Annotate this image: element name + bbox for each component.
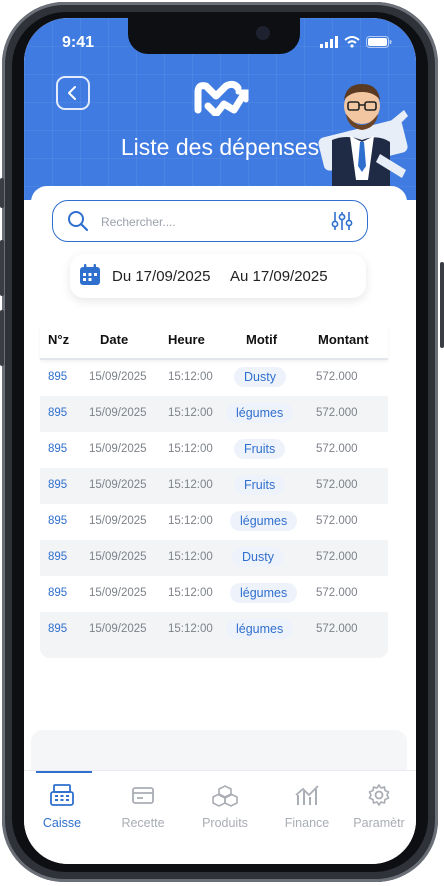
- card-icon: [132, 787, 154, 804]
- column-header-montant: Montant: [318, 332, 369, 347]
- search-input[interactable]: [99, 201, 323, 243]
- cell-date: 15/09/2025: [89, 371, 147, 383]
- status-time: 9:41: [62, 34, 95, 51]
- cash-register-icon: [50, 784, 74, 806]
- cell-nz: 895: [48, 623, 68, 635]
- cell-nz: 895: [48, 551, 68, 563]
- bottom-panel: [31, 730, 407, 770]
- motif-badge: légumes: [226, 619, 294, 639]
- volume-up-button: [0, 240, 4, 296]
- tab-label: Finance: [284, 816, 330, 830]
- cell-date: 15/09/2025: [89, 551, 147, 563]
- power-button: [440, 262, 444, 348]
- app-screen: 9:41 Liste des dépenses Rechercher.... D…: [24, 18, 416, 864]
- search-bar[interactable]: [52, 200, 368, 243]
- battery-icon: [366, 36, 392, 48]
- chevron-left-icon: [68, 86, 76, 100]
- cell-nz: 895: [48, 407, 68, 419]
- cell-montant: 572.000: [316, 407, 358, 419]
- cell-montant: 572.000: [316, 587, 358, 599]
- tab-label: Produits: [202, 816, 248, 830]
- status-icons: [320, 36, 392, 48]
- cell-montant: 572.000: [316, 371, 358, 383]
- businessman-illustration: [318, 84, 408, 198]
- tab-label: Recette: [121, 816, 165, 830]
- back-button[interactable]: [56, 76, 90, 110]
- notch: [128, 18, 300, 54]
- gear-icon: [368, 784, 390, 806]
- cell-nz: 895: [48, 587, 68, 599]
- motif-badge: légumes: [226, 403, 294, 423]
- cell-date: 15/09/2025: [89, 587, 147, 599]
- boxes-icon: [212, 785, 238, 807]
- table-row[interactable]: 895 15/09/2025 15:12:00 légumes 572.000: [40, 504, 388, 540]
- column-header-nz: N°z: [48, 332, 70, 347]
- cell-heure: 15:12:00: [168, 515, 213, 527]
- column-header-heure: Heure: [168, 332, 205, 347]
- motif-badge: Fruits: [234, 439, 286, 459]
- volume-down-button: [0, 310, 4, 366]
- motif-badge: légumes: [230, 583, 298, 603]
- cell-heure: 15:12:00: [168, 479, 213, 491]
- motif-badge: Dusty: [234, 367, 286, 387]
- cell-nz: 895: [48, 515, 68, 527]
- tab-recette[interactable]: Recette: [106, 783, 180, 830]
- tab-finance[interactable]: Finance: [270, 783, 344, 830]
- cell-montant: 572.000: [316, 623, 358, 635]
- motif-badge: légumes: [230, 511, 298, 531]
- cell-montant: 572.000: [316, 551, 358, 563]
- expenses-table: N°z Date Heure Motif Montant 895 15/09/2…: [40, 324, 388, 658]
- camera-icon: [256, 26, 270, 40]
- cell-nz: 895: [48, 479, 68, 491]
- table-footer: [40, 648, 388, 658]
- motif-badge: Dusty: [232, 547, 284, 567]
- table-row[interactable]: 895 15/09/2025 15:12:00 Dusty 572.000: [40, 540, 388, 576]
- cell-date: 15/09/2025: [89, 407, 147, 419]
- tab-caisse[interactable]: Caisse: [25, 783, 99, 830]
- tab-label: Paramètr: [353, 816, 405, 830]
- cell-date: 15/09/2025: [89, 623, 147, 635]
- cell-heure: 15:12:00: [168, 443, 213, 455]
- tab-label: Caisse: [42, 816, 82, 830]
- active-tab-indicator: [36, 771, 92, 773]
- table-row[interactable]: 895 15/09/2025 15:12:00 légumes 572.000: [40, 396, 388, 432]
- cell-heure: 15:12:00: [168, 587, 213, 599]
- app-logo: [194, 80, 249, 116]
- cell-date: 15/09/2025: [89, 443, 147, 455]
- date-range-picker[interactable]: Du 17/09/2025 Au 17/09/2025: [70, 254, 366, 298]
- cell-heure: 15:12:00: [168, 551, 213, 563]
- search-icon: [68, 211, 89, 232]
- header: 9:41 Liste des dépenses: [24, 18, 416, 200]
- tab-produits[interactable]: Produits: [188, 783, 262, 830]
- motif-badge: Fruits: [234, 475, 286, 495]
- wifi-icon: [344, 36, 360, 48]
- column-header-date: Date: [100, 332, 129, 347]
- table-row[interactable]: 895 15/09/2025 15:12:00 légumes 572.000: [40, 576, 388, 612]
- signal-icon: [320, 36, 338, 48]
- cell-heure: 15:12:00: [168, 623, 213, 635]
- cell-nz: 895: [48, 371, 68, 383]
- tab-bar: Caisse Recette Produits Finance Paramètr: [24, 770, 416, 864]
- cell-heure: 15:12:00: [168, 407, 213, 419]
- tab-parametres[interactable]: Paramètr: [342, 783, 416, 830]
- cell-montant: 572.000: [316, 515, 358, 527]
- silent-switch: [0, 178, 4, 208]
- cell-nz: 895: [48, 443, 68, 455]
- chart-icon: [295, 785, 319, 805]
- table-row[interactable]: 895 15/09/2025 15:12:00 Fruits 572.000: [40, 468, 388, 504]
- cell-montant: 572.000: [316, 443, 358, 455]
- date-from: Du 17/09/2025: [112, 268, 211, 285]
- cell-date: 15/09/2025: [89, 515, 147, 527]
- calendar-icon: [80, 264, 100, 285]
- table-row[interactable]: 895 15/09/2025 15:12:00 Dusty 572.000: [40, 360, 388, 396]
- table-row[interactable]: 895 15/09/2025 15:12:00 légumes 572.000: [40, 612, 388, 648]
- cell-montant: 572.000: [316, 479, 358, 491]
- date-to: Au 17/09/2025: [230, 268, 328, 285]
- filter-sliders-icon[interactable]: [331, 210, 353, 232]
- table-header: N°z Date Heure Motif Montant: [40, 324, 388, 360]
- column-header-motif: Motif: [246, 332, 278, 347]
- table-row[interactable]: 895 15/09/2025 15:12:00 Fruits 572.000: [40, 432, 388, 468]
- cell-heure: 15:12:00: [168, 371, 213, 383]
- cell-date: 15/09/2025: [89, 479, 147, 491]
